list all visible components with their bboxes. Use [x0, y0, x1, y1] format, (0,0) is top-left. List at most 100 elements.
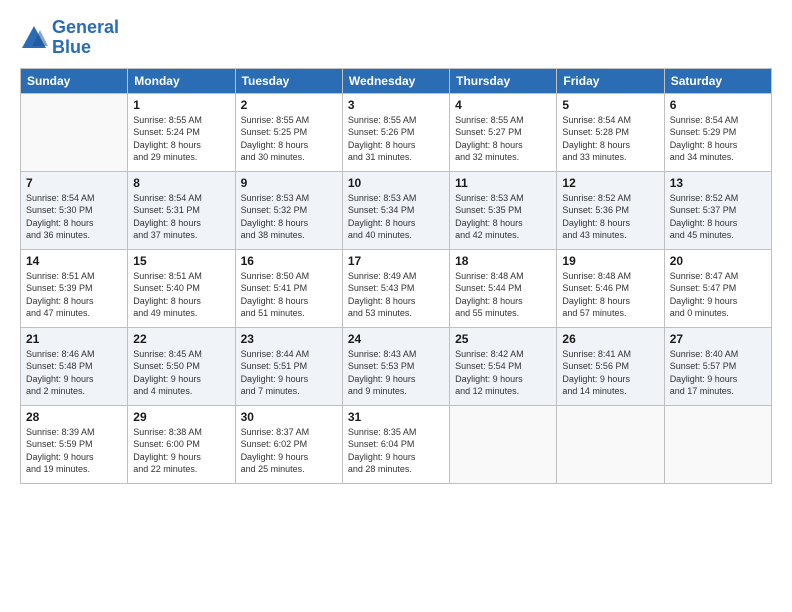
table-row: 15 Sunrise: 8:51 AMSunset: 5:40 PMDayligh…	[128, 249, 235, 327]
day-number: 3	[348, 98, 444, 112]
day-info: Sunrise: 8:39 AMSunset: 5:59 PMDaylight:…	[26, 426, 122, 476]
table-row: 19Sunrise: 8:48 AMSunset: 5:46 PMDayligh…	[557, 249, 664, 327]
day-number: 8	[133, 176, 229, 190]
day-number: 16	[241, 254, 337, 268]
table-row: 13 Sunrise: 8:52 AMSunset: 5:37 PMDayligh…	[664, 171, 771, 249]
day-number: 24	[348, 332, 444, 346]
day-info: Sunrise: 8:50 AMSunset: 5:41 PMDaylight:…	[241, 270, 337, 320]
table-row: 23 Sunrise: 8:44 AMSunset: 5:51 PMDayligh…	[235, 327, 342, 405]
weekday-saturday: Saturday	[664, 68, 771, 93]
day-number: 27	[670, 332, 766, 346]
table-row: 16 Sunrise: 8:50 AMSunset: 5:41 PMDayligh…	[235, 249, 342, 327]
day-number: 18	[455, 254, 551, 268]
table-row: 22 Sunrise: 8:45 AMSunset: 5:50 PMDayligh…	[128, 327, 235, 405]
day-number: 15	[133, 254, 229, 268]
day-number: 10	[348, 176, 444, 190]
calendar-row-3: 21 Sunrise: 8:46 AMSunset: 5:48 PMDayligh…	[21, 327, 772, 405]
day-info: Sunrise: 8:42 AMSunset: 5:54 PMDaylight:…	[455, 348, 551, 398]
day-number: 9	[241, 176, 337, 190]
day-number: 7	[26, 176, 122, 190]
day-number: 23	[241, 332, 337, 346]
table-row: 9 Sunrise: 8:53 AMSunset: 5:32 PMDaylight…	[235, 171, 342, 249]
logo: General Blue	[20, 18, 119, 58]
table-row	[450, 405, 557, 483]
table-row: 12Sunrise: 8:52 AMSunset: 5:36 PMDayligh…	[557, 171, 664, 249]
day-info: Sunrise: 8:35 AMSunset: 6:04 PMDaylight:…	[348, 426, 444, 476]
table-row: 3Sunrise: 8:55 AMSunset: 5:26 PMDaylight…	[342, 93, 449, 171]
table-row: 2Sunrise: 8:55 AMSunset: 5:25 PMDaylight…	[235, 93, 342, 171]
day-info: Sunrise: 8:38 AMSunset: 6:00 PMDaylight:…	[133, 426, 229, 476]
table-row: 5 Sunrise: 8:54 AMSunset: 5:28 PMDaylight…	[557, 93, 664, 171]
day-number: 4	[455, 98, 551, 112]
calendar-row-4: 28 Sunrise: 8:39 AMSunset: 5:59 PMDayligh…	[21, 405, 772, 483]
day-number: 13	[670, 176, 766, 190]
day-number: 22	[133, 332, 229, 346]
day-number: 17	[348, 254, 444, 268]
table-row: 30 Sunrise: 8:37 AMSunset: 6:02 PMDayligh…	[235, 405, 342, 483]
day-info: Sunrise: 8:44 AMSunset: 5:51 PMDaylight:…	[241, 348, 337, 398]
table-row: 27 Sunrise: 8:40 AMSunset: 5:57 PMDayligh…	[664, 327, 771, 405]
day-info: Sunrise: 8:48 AMSunset: 5:44 PMDaylight:…	[455, 270, 551, 320]
table-row	[21, 93, 128, 171]
day-number: 19	[562, 254, 658, 268]
day-info: Sunrise: 8:52 AMSunset: 5:36 PMDaylight:…	[562, 192, 658, 242]
day-info: Sunrise: 8:49 AMSunset: 5:43 PMDaylight:…	[348, 270, 444, 320]
table-row: 31 Sunrise: 8:35 AMSunset: 6:04 PMDayligh…	[342, 405, 449, 483]
day-number: 31	[348, 410, 444, 424]
day-info: Sunrise: 8:45 AMSunset: 5:50 PMDaylight:…	[133, 348, 229, 398]
table-row: 17 Sunrise: 8:49 AMSunset: 5:43 PMDayligh…	[342, 249, 449, 327]
day-info: Sunrise: 8:53 AMSunset: 5:32 PMDaylight:…	[241, 192, 337, 242]
table-row: 1 Sunrise: 8:55 AMSunset: 5:24 PMDaylight…	[128, 93, 235, 171]
day-info: Sunrise: 8:51 AMSunset: 5:40 PMDaylight:…	[133, 270, 229, 320]
day-number: 1	[133, 98, 229, 112]
weekday-header-row: SundayMondayTuesdayWednesdayThursdayFrid…	[21, 68, 772, 93]
day-info: Sunrise: 8:40 AMSunset: 5:57 PMDaylight:…	[670, 348, 766, 398]
day-info: Sunrise: 8:47 AMSunset: 5:47 PMDaylight:…	[670, 270, 766, 320]
day-number: 21	[26, 332, 122, 346]
day-info: Sunrise: 8:55 AMSunset: 5:25 PMDaylight:…	[241, 114, 337, 164]
table-row: 24 Sunrise: 8:43 AMSunset: 5:53 PMDayligh…	[342, 327, 449, 405]
weekday-thursday: Thursday	[450, 68, 557, 93]
table-row: 25 Sunrise: 8:42 AMSunset: 5:54 PMDayligh…	[450, 327, 557, 405]
table-row: 4 Sunrise: 8:55 AMSunset: 5:27 PMDaylight…	[450, 93, 557, 171]
logo-icon	[20, 24, 48, 52]
day-number: 11	[455, 176, 551, 190]
table-row: 21 Sunrise: 8:46 AMSunset: 5:48 PMDayligh…	[21, 327, 128, 405]
day-number: 6	[670, 98, 766, 112]
weekday-sunday: Sunday	[21, 68, 128, 93]
day-info: Sunrise: 8:55 AMSunset: 5:27 PMDaylight:…	[455, 114, 551, 164]
day-info: Sunrise: 8:37 AMSunset: 6:02 PMDaylight:…	[241, 426, 337, 476]
day-info: Sunrise: 8:53 AMSunset: 5:34 PMDaylight:…	[348, 192, 444, 242]
page: General Blue SundayMondayTuesdayWednesda…	[0, 0, 792, 612]
table-row: 11 Sunrise: 8:53 AMSunset: 5:35 PMDayligh…	[450, 171, 557, 249]
calendar-row-1: 7Sunrise: 8:54 AMSunset: 5:30 PMDaylight…	[21, 171, 772, 249]
table-row	[664, 405, 771, 483]
day-number: 28	[26, 410, 122, 424]
weekday-friday: Friday	[557, 68, 664, 93]
table-row: 26 Sunrise: 8:41 AMSunset: 5:56 PMDayligh…	[557, 327, 664, 405]
day-info: Sunrise: 8:43 AMSunset: 5:53 PMDaylight:…	[348, 348, 444, 398]
table-row: 10 Sunrise: 8:53 AMSunset: 5:34 PMDayligh…	[342, 171, 449, 249]
day-info: Sunrise: 8:52 AMSunset: 5:37 PMDaylight:…	[670, 192, 766, 242]
day-number: 25	[455, 332, 551, 346]
day-number: 5	[562, 98, 658, 112]
day-info: Sunrise: 8:55 AMSunset: 5:24 PMDaylight:…	[133, 114, 229, 164]
day-number: 29	[133, 410, 229, 424]
logo-text-general: General	[52, 18, 119, 38]
day-number: 26	[562, 332, 658, 346]
table-row: 29 Sunrise: 8:38 AMSunset: 6:00 PMDayligh…	[128, 405, 235, 483]
day-info: Sunrise: 8:46 AMSunset: 5:48 PMDaylight:…	[26, 348, 122, 398]
day-info: Sunrise: 8:54 AMSunset: 5:28 PMDaylight:…	[562, 114, 658, 164]
day-info: Sunrise: 8:41 AMSunset: 5:56 PMDaylight:…	[562, 348, 658, 398]
weekday-tuesday: Tuesday	[235, 68, 342, 93]
table-row: 8Sunrise: 8:54 AMSunset: 5:31 PMDaylight…	[128, 171, 235, 249]
table-row: 7Sunrise: 8:54 AMSunset: 5:30 PMDaylight…	[21, 171, 128, 249]
day-info: Sunrise: 8:51 AMSunset: 5:39 PMDaylight:…	[26, 270, 122, 320]
header: General Blue	[20, 18, 772, 58]
day-number: 20	[670, 254, 766, 268]
day-number: 30	[241, 410, 337, 424]
weekday-wednesday: Wednesday	[342, 68, 449, 93]
table-row	[557, 405, 664, 483]
day-info: Sunrise: 8:53 AMSunset: 5:35 PMDaylight:…	[455, 192, 551, 242]
day-number: 14	[26, 254, 122, 268]
